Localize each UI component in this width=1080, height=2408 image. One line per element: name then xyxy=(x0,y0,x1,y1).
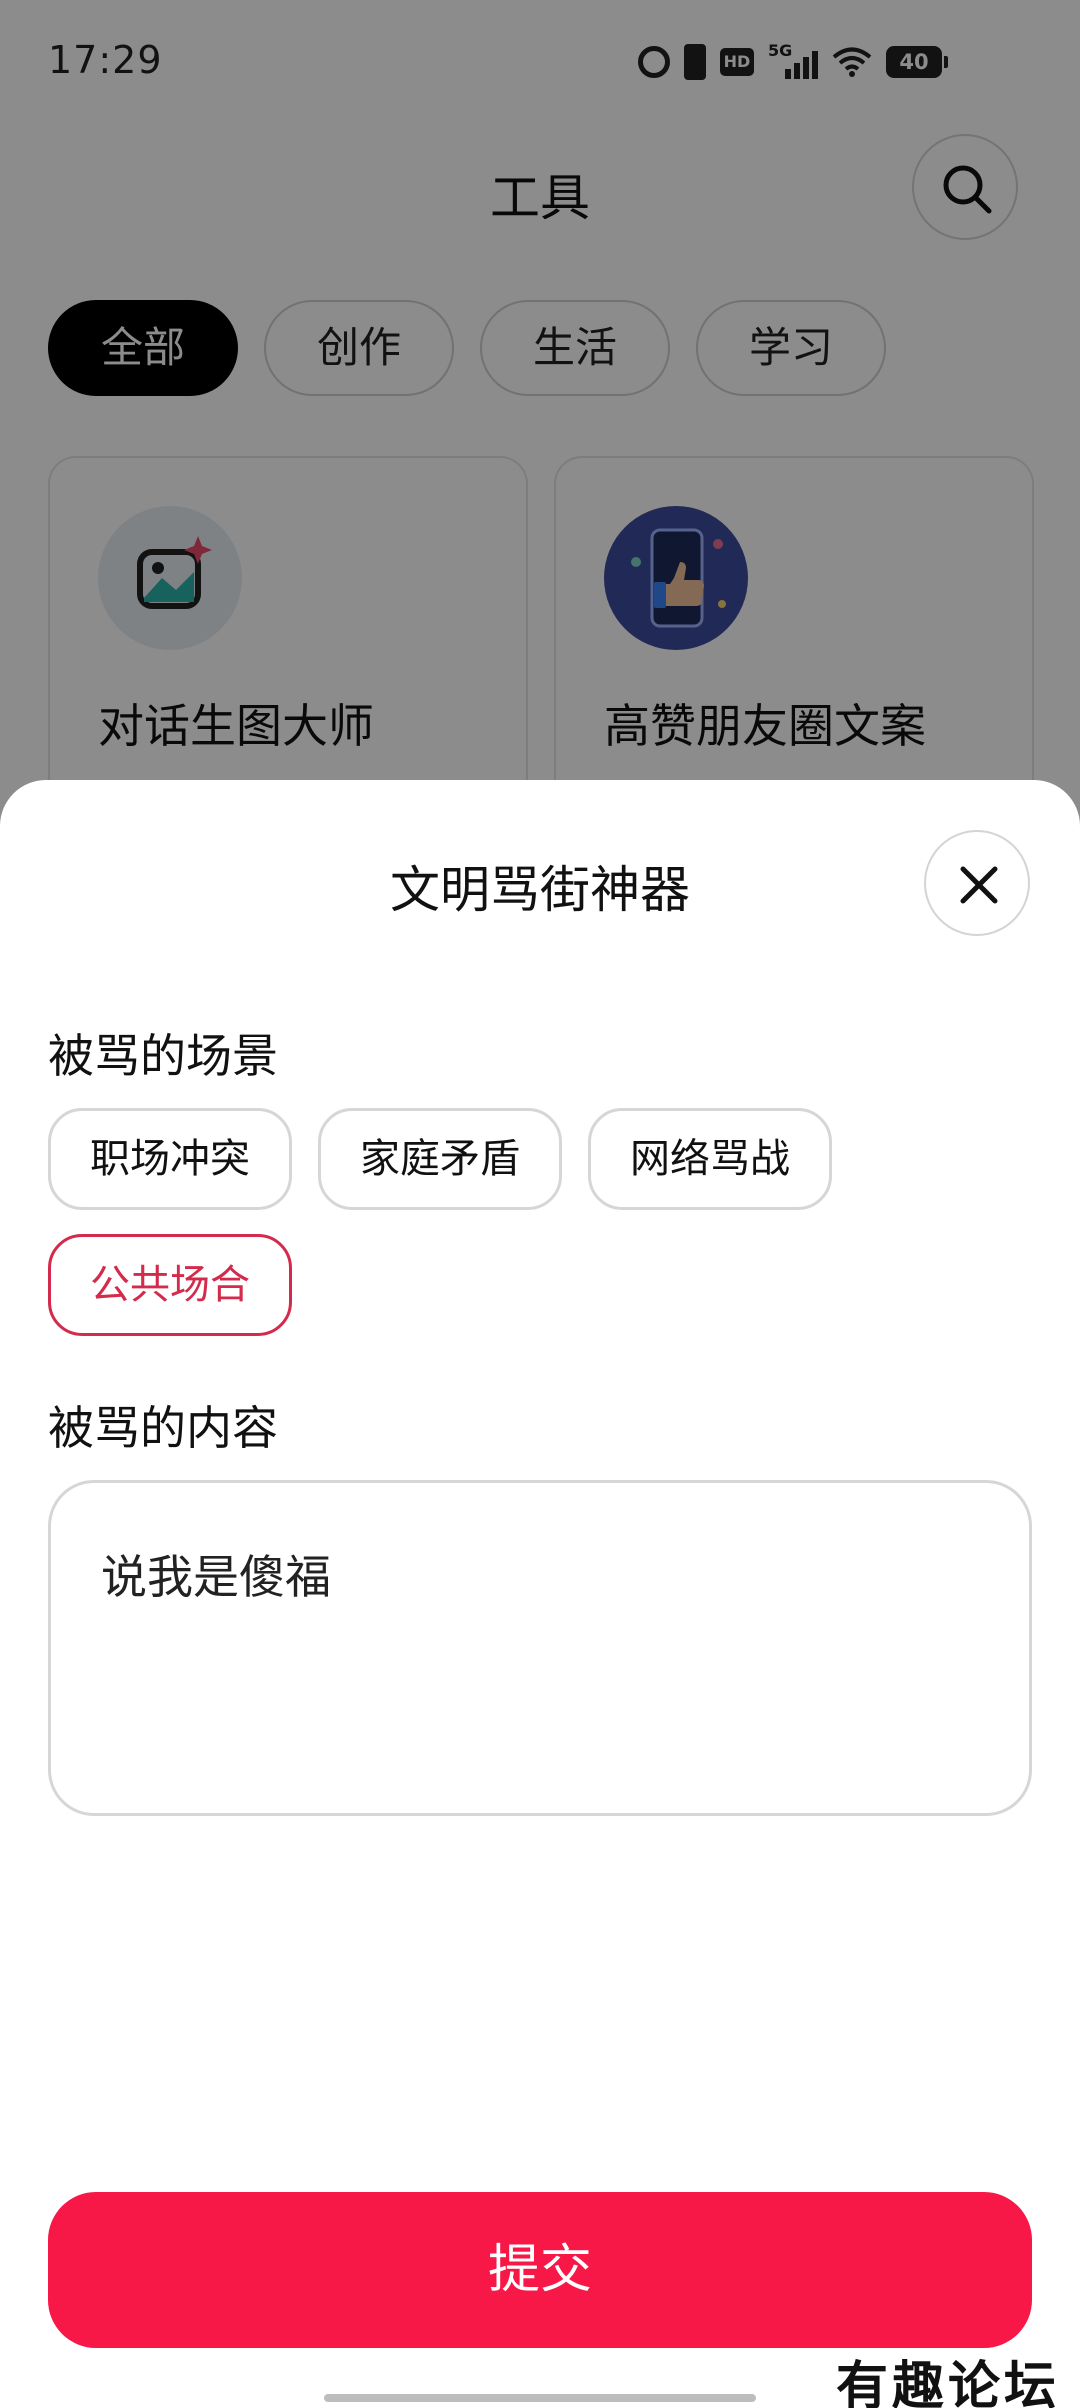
content-input[interactable]: 说我是傻福 xyxy=(48,1480,1032,1816)
scene-label: 被骂的场景 xyxy=(48,1029,278,1083)
close-button[interactable] xyxy=(924,830,1030,936)
scene-chip-family[interactable]: 家庭矛盾 xyxy=(318,1108,562,1210)
close-icon xyxy=(960,866,998,904)
content-label: 被骂的内容 xyxy=(48,1401,278,1455)
scene-chip-public[interactable]: 公共场合 xyxy=(48,1234,292,1336)
scene-chip-online[interactable]: 网络骂战 xyxy=(588,1108,832,1210)
home-indicator[interactable] xyxy=(324,2394,756,2402)
watermark: 有趣论坛 xyxy=(836,2356,1061,2408)
sheet-title: 文明骂街神器 xyxy=(390,861,690,919)
submit-button[interactable]: 提交 xyxy=(48,2192,1032,2348)
scene-chip-workplace[interactable]: 职场冲突 xyxy=(48,1108,292,1210)
